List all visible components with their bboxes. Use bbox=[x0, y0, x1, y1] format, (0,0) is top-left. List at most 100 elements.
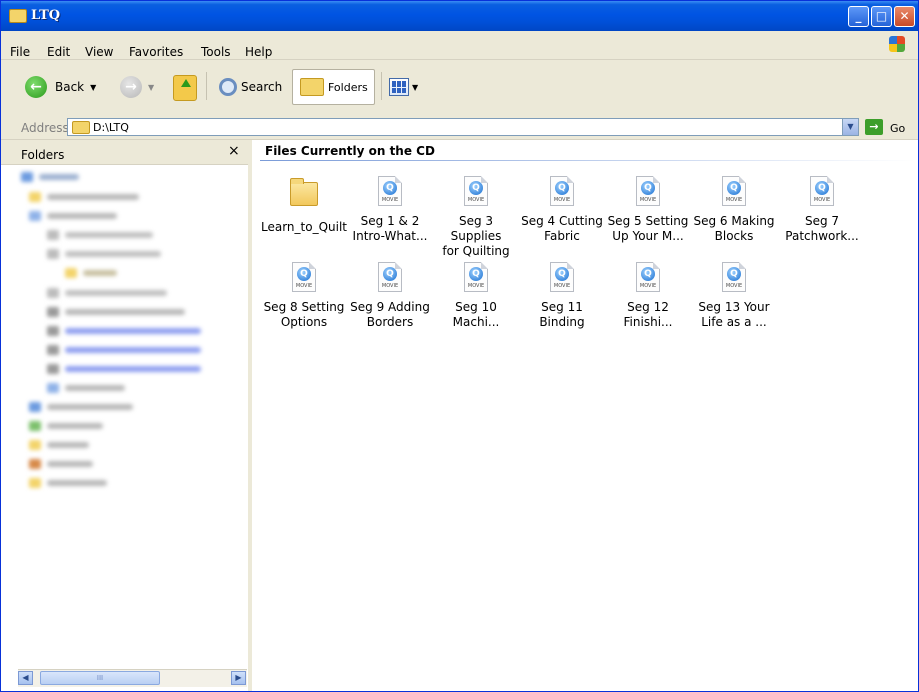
folders-icon bbox=[300, 78, 324, 96]
tree-row[interactable] bbox=[29, 458, 93, 470]
tree-row[interactable] bbox=[29, 191, 139, 203]
windows-logo-icon bbox=[889, 36, 905, 52]
tree-row[interactable] bbox=[47, 344, 201, 356]
tree-row[interactable] bbox=[47, 382, 125, 394]
movie-file-icon: Q MOVIE bbox=[464, 176, 488, 206]
menu-tools[interactable]: Tools bbox=[201, 45, 231, 59]
minimize-button[interactable]: _ bbox=[848, 6, 869, 27]
horizontal-scrollbar[interactable]: ◀ III ▶ bbox=[18, 669, 247, 687]
tree-row[interactable] bbox=[29, 210, 117, 222]
scroll-thumb[interactable]: III bbox=[40, 671, 160, 685]
file-label: Seg 5 Setting Up Your M... bbox=[607, 214, 689, 243]
toolbar-separator bbox=[206, 72, 207, 100]
go-arrow-icon[interactable]: → bbox=[865, 119, 883, 135]
movie-file-item[interactable]: Q MOVIE Seg 9 Adding Borders bbox=[347, 262, 433, 330]
folder-up-icon bbox=[173, 75, 197, 101]
address-bar: Address D:\LTQ ▼ → Go bbox=[1, 115, 918, 140]
window-title: LTQ bbox=[31, 8, 61, 23]
movie-file-icon: Q MOVIE bbox=[378, 262, 402, 292]
chevron-down-icon[interactable]: ▼ bbox=[90, 83, 96, 92]
file-label: Seg 3 Supplies for Quilting bbox=[442, 214, 510, 258]
maximize-button[interactable]: □ bbox=[871, 6, 892, 27]
menu-bar: File Edit View Favorites Tools Help bbox=[1, 31, 918, 60]
close-pane-icon[interactable]: × bbox=[228, 143, 240, 159]
address-value: D:\LTQ bbox=[93, 121, 129, 134]
movie-file-item[interactable]: Q MOVIE Seg 1 & 2 Intro-What... bbox=[347, 176, 433, 244]
movie-file-item[interactable]: Q MOVIE Seg 10 Machi... bbox=[433, 262, 519, 330]
folder-tree[interactable] bbox=[1, 165, 248, 670]
scroll-left-button[interactable]: ◀ bbox=[18, 671, 33, 685]
scroll-right-button[interactable]: ▶ bbox=[231, 671, 246, 685]
file-label: Seg 7 Patchwork... bbox=[785, 214, 859, 243]
up-folder-button[interactable] bbox=[173, 75, 197, 101]
file-label: Seg 1 & 2 Intro-What... bbox=[352, 214, 428, 243]
movie-file-item[interactable]: Q MOVIE Seg 6 Making Blocks bbox=[691, 176, 777, 244]
search-label: Search bbox=[241, 80, 283, 94]
tree-row[interactable] bbox=[29, 439, 89, 451]
movie-file-item[interactable]: Q MOVIE Seg 3 Supplies for Quilting bbox=[433, 176, 519, 259]
group-header: Files Currently on the CD bbox=[265, 144, 435, 158]
tree-row[interactable] bbox=[65, 267, 117, 279]
tree-row[interactable] bbox=[47, 248, 161, 260]
movie-file-item[interactable]: Q MOVIE Seg 12 Finishi... bbox=[605, 262, 691, 330]
folders-pane: Folders × ◀ III ▶ bbox=[1, 140, 252, 691]
menu-file[interactable]: File bbox=[10, 45, 30, 59]
toolbar-separator bbox=[381, 72, 382, 100]
movie-file-item[interactable]: Q MOVIE Seg 8 Setting Options bbox=[261, 262, 347, 330]
movie-file-item[interactable]: Q MOVIE Seg 13 Your Life as a ... bbox=[691, 262, 777, 330]
file-label: Seg 9 Adding Borders bbox=[350, 300, 430, 329]
tree-row[interactable] bbox=[21, 171, 79, 183]
tree-row[interactable] bbox=[47, 306, 185, 318]
address-label: Address bbox=[21, 121, 69, 135]
views-button[interactable]: ▼ bbox=[389, 78, 418, 96]
tree-row[interactable] bbox=[47, 363, 201, 375]
back-button[interactable]: ← Back ▼ bbox=[25, 76, 96, 98]
movie-file-item[interactable]: Q MOVIE Seg 7 Patchwork... bbox=[779, 176, 865, 244]
tree-row[interactable] bbox=[47, 325, 201, 337]
menu-help[interactable]: Help bbox=[245, 45, 272, 59]
search-button[interactable]: Search bbox=[219, 78, 282, 96]
go-button[interactable]: Go bbox=[890, 122, 905, 135]
movie-file-item[interactable]: Q MOVIE Seg 11 Binding bbox=[519, 262, 605, 330]
chevron-down-icon[interactable]: ▼ bbox=[412, 83, 418, 92]
folders-pane-header: Folders × bbox=[1, 140, 248, 165]
menu-favorites[interactable]: Favorites bbox=[129, 45, 183, 59]
folder-icon bbox=[72, 121, 90, 134]
group-divider bbox=[260, 160, 915, 161]
movie-file-icon: Q MOVIE bbox=[636, 262, 660, 292]
file-label: Seg 10 Machi... bbox=[452, 300, 500, 329]
file-label: Seg 4 Cutting Fabric bbox=[521, 214, 603, 243]
movie-file-icon: Q MOVIE bbox=[636, 176, 660, 206]
menu-edit[interactable]: Edit bbox=[47, 45, 70, 59]
tree-row[interactable] bbox=[29, 401, 133, 413]
file-label: Seg 13 Your Life as a ... bbox=[698, 300, 770, 329]
search-icon bbox=[219, 78, 237, 96]
menu-view[interactable]: View bbox=[85, 45, 113, 59]
folder-icon bbox=[290, 178, 318, 206]
folder-item[interactable]: Learn_to_Quilt bbox=[261, 176, 347, 235]
close-button[interactable]: ✕ bbox=[894, 6, 915, 27]
address-input[interactable]: D:\LTQ bbox=[67, 118, 859, 136]
tree-row[interactable] bbox=[29, 420, 103, 432]
tree-row[interactable] bbox=[47, 229, 153, 241]
movie-file-icon: Q MOVIE bbox=[810, 176, 834, 206]
title-bar[interactable]: LTQ _ □ ✕ bbox=[1, 1, 918, 31]
movie-file-item[interactable]: Q MOVIE Seg 4 Cutting Fabric bbox=[519, 176, 605, 244]
folders-label: Folders bbox=[328, 80, 368, 94]
address-dropdown-button[interactable]: ▼ bbox=[842, 118, 859, 136]
movie-file-icon: Q MOVIE bbox=[378, 176, 402, 206]
movie-file-item[interactable]: Q MOVIE Seg 5 Setting Up Your M... bbox=[605, 176, 691, 244]
file-label: Seg 11 Binding bbox=[539, 300, 585, 329]
movie-file-icon: Q MOVIE bbox=[292, 262, 316, 292]
explorer-window: LTQ _ □ ✕ File Edit View Favorites Tools… bbox=[0, 0, 919, 692]
tree-row[interactable] bbox=[47, 287, 167, 299]
chevron-down-icon[interactable]: ▼ bbox=[148, 83, 154, 92]
file-label: Learn_to_Quilt bbox=[261, 220, 348, 234]
forward-button[interactable]: → ▼ bbox=[120, 76, 154, 98]
movie-file-icon: Q MOVIE bbox=[550, 176, 574, 206]
tree-row[interactable] bbox=[29, 477, 107, 489]
views-icon bbox=[389, 78, 409, 96]
folders-button[interactable]: Folders bbox=[292, 69, 375, 105]
movie-file-icon: Q MOVIE bbox=[722, 176, 746, 206]
back-arrow-icon: ← bbox=[25, 76, 47, 98]
